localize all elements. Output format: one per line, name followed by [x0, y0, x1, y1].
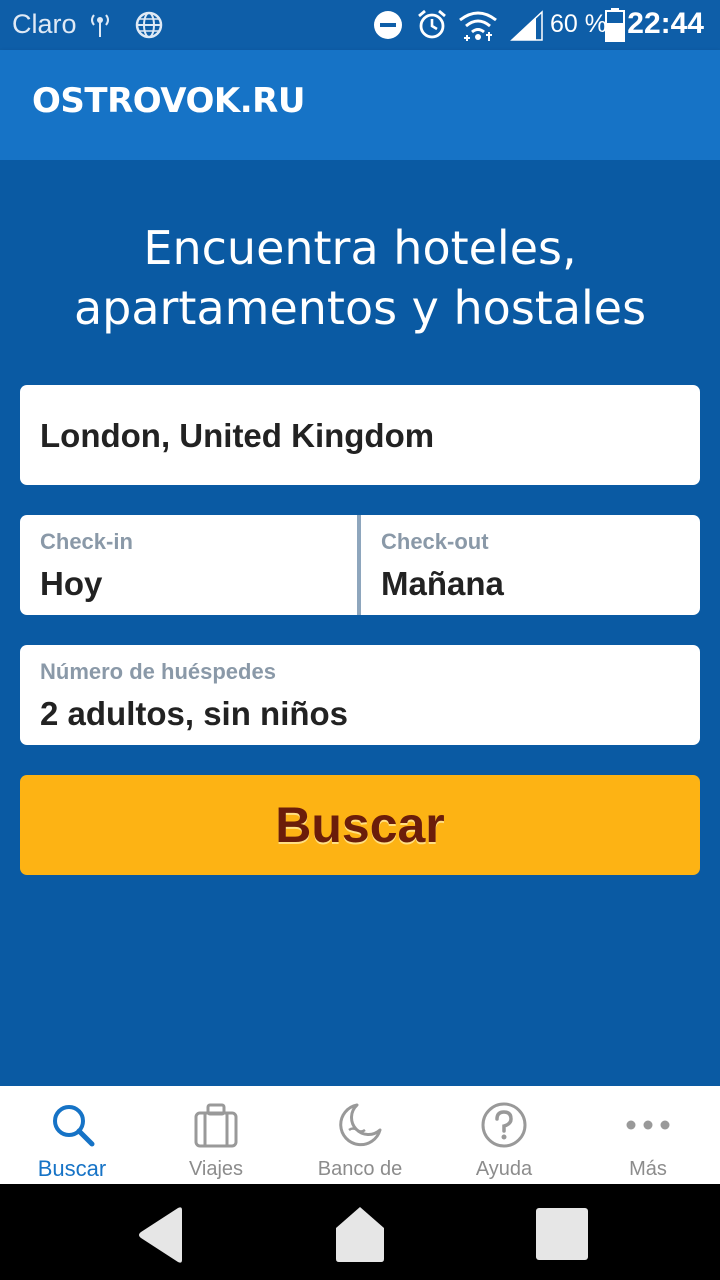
nav-item-buscar[interactable]: Buscar	[0, 1086, 144, 1184]
carrier-name: Claro	[12, 9, 77, 39]
guests-value: 2 adultos, sin niños	[40, 695, 349, 732]
nav-item-banco[interactable]: Banco de	[288, 1086, 432, 1184]
destination-value: London, United Kingdom	[40, 417, 435, 454]
moon-icon	[339, 1103, 382, 1147]
antenna-icon	[91, 14, 109, 37]
checkin-value: Hoy	[40, 565, 103, 602]
suitcase-icon	[194, 1103, 238, 1148]
dates-field: Check-in Hoy Check-out Mañana	[20, 515, 700, 615]
globe-icon	[135, 11, 163, 39]
wifi-icon	[459, 11, 497, 41]
nav-item-mas[interactable]: Más	[576, 1086, 720, 1184]
destination-field[interactable]: London, United Kingdom	[20, 385, 700, 485]
guests-field[interactable]: Número de huéspedes 2 adultos, sin niños	[20, 645, 700, 745]
nav-label-mas: Más	[629, 1158, 667, 1180]
headline-line-1: Encuentra hoteles,	[143, 221, 577, 275]
back-icon[interactable]	[136, 1206, 186, 1264]
cell-signal-icon	[510, 10, 543, 41]
nav-label-banco: Banco de	[317, 1158, 403, 1180]
nav-label-viajes: Viajes	[188, 1158, 244, 1180]
app-bar: OSTROVOK.RU	[0, 50, 720, 160]
checkout-label: Check-out	[381, 529, 489, 554]
clock: 22:44	[627, 7, 704, 40]
checkout-field[interactable]: Check-out Mañana	[361, 515, 700, 615]
alarm-icon	[418, 9, 446, 39]
nav-label-buscar: Buscar	[37, 1156, 107, 1181]
search-icon	[53, 1105, 95, 1147]
nav-item-ayuda[interactable]: Ayuda	[432, 1086, 576, 1184]
system-nav-bar	[0, 1184, 720, 1280]
ostrovok-logo[interactable]: OSTROVOK.RU	[32, 81, 305, 121]
recent-apps-icon[interactable]	[534, 1206, 590, 1262]
search-button[interactable]: Buscar	[20, 775, 700, 875]
checkin-field[interactable]: Check-in Hoy	[20, 515, 357, 615]
home-icon[interactable]	[332, 1204, 388, 1264]
do-not-disturb-icon	[374, 11, 402, 39]
checkin-label: Check-in	[40, 529, 133, 554]
search-panel: Encuentra hoteles, apartamentos y hostal…	[0, 160, 720, 1086]
nav-label-ayuda: Ayuda	[475, 1158, 533, 1180]
guests-label: Número de huéspedes	[40, 659, 276, 684]
more-icon	[626, 1120, 670, 1130]
checkout-value: Mañana	[381, 565, 504, 602]
help-icon	[481, 1102, 527, 1148]
page-headline: Encuentra hoteles, apartamentos y hostal…	[0, 218, 720, 338]
status-bar: Claro 60 % 22:44	[0, 0, 720, 50]
battery-percent: 60 %	[550, 10, 607, 38]
nav-item-viajes[interactable]: Viajes	[144, 1086, 288, 1184]
bottom-nav: Buscar Viajes Banco de Ayuda Más	[0, 1086, 720, 1184]
battery-icon	[605, 8, 625, 42]
headline-line-2: apartamentos y hostales	[73, 281, 647, 335]
